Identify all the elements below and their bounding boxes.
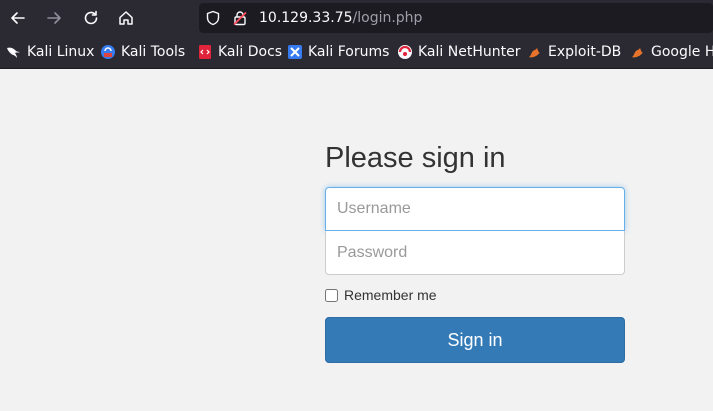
bookmarks-toolbar: Kali Linux Kali Tools Kali Docs Kali For… (0, 36, 713, 69)
browser-toolbar: 10.129.33.75/login.php (0, 0, 713, 36)
password-input[interactable] (325, 231, 625, 275)
shield-icon[interactable] (205, 10, 221, 26)
bookmark-kali-docs[interactable]: Kali Docs (197, 44, 282, 60)
forward-button[interactable] (41, 6, 67, 30)
remember-me-label: Remember me (344, 287, 437, 303)
bookmark-kali-nethunter[interactable]: Kali NetHunter (397, 44, 520, 60)
remember-me-row[interactable]: Remember me (325, 287, 437, 303)
kali-dragon-icon (6, 44, 22, 60)
reload-icon (84, 10, 98, 25)
forward-icon (47, 12, 61, 24)
address-bar[interactable]: 10.129.33.75/login.php (199, 3, 713, 33)
back-button[interactable] (5, 6, 31, 30)
sign-in-button[interactable]: Sign in (325, 317, 625, 363)
username-input[interactable] (325, 187, 625, 231)
remember-me-checkbox[interactable] (325, 288, 338, 302)
reload-button[interactable] (78, 6, 104, 30)
insecure-lock-icon[interactable] (232, 10, 248, 26)
back-icon (11, 12, 25, 24)
url-path: /login.php (352, 10, 423, 26)
bookmark-kali-tools[interactable]: Kali Tools (100, 44, 185, 60)
nethunter-icon (397, 44, 413, 60)
kali-forums-icon (287, 44, 303, 60)
url-host: 10.129.33.75 (259, 10, 353, 26)
bookmark-exploit-db[interactable]: Exploit-DB (527, 44, 621, 60)
home-icon (119, 11, 133, 25)
ghdb-icon (630, 44, 646, 60)
bookmark-kali-forums[interactable]: Kali Forums (287, 44, 389, 60)
exploit-db-icon (527, 44, 543, 60)
kali-tools-icon (100, 44, 116, 60)
home-button[interactable] (113, 6, 139, 30)
url-text[interactable]: 10.129.33.75/login.php (259, 9, 422, 27)
page-title: Please sign in (325, 142, 506, 174)
bookmark-kali-linux[interactable]: Kali Linux (6, 44, 94, 60)
bookmark-google-hacking[interactable]: Google Ha (630, 44, 713, 60)
kali-docs-icon (197, 44, 213, 60)
